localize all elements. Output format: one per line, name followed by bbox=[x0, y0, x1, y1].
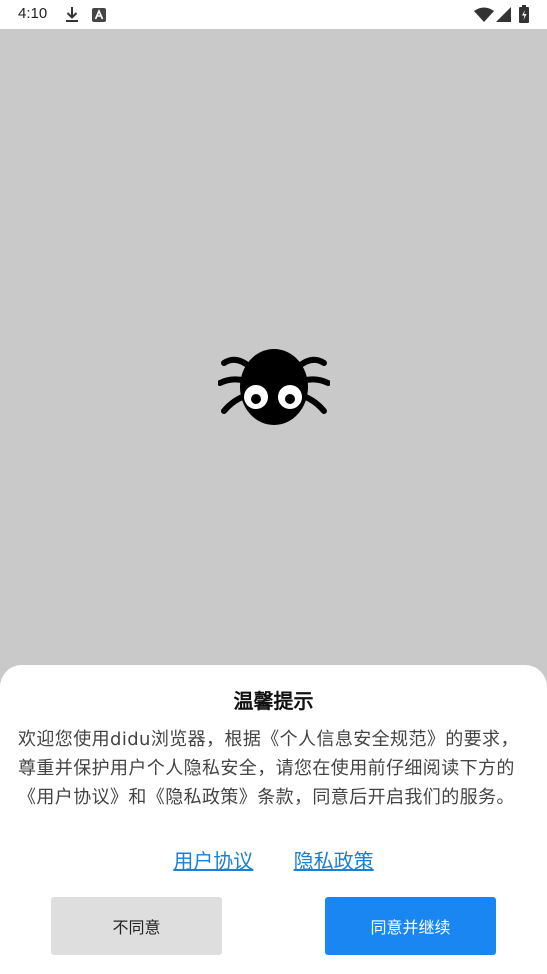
user-agreement-link[interactable]: 用户协议 bbox=[173, 849, 253, 873]
agree-continue-button[interactable]: 同意并继续 bbox=[325, 897, 496, 955]
wifi-icon bbox=[474, 7, 494, 26]
dialog-title: 温馨提示 bbox=[233, 689, 314, 713]
spider-icon bbox=[217, 341, 331, 427]
privacy-dialog: 温馨提示 欢迎您使用didu浏览器，根据《个人信息安全规范》的要求，尊重并保护用… bbox=[0, 665, 547, 974]
status-bar: 4:10 bbox=[0, 0, 547, 29]
dialog-message: 欢迎您使用didu浏览器，根据《个人信息安全规范》的要求，尊重并保护用户个人隐私… bbox=[18, 729, 519, 808]
status-time: 4:10 bbox=[18, 5, 48, 22]
download-icon bbox=[64, 6, 80, 27]
signal-icon bbox=[496, 7, 511, 26]
privacy-policy-link[interactable]: 隐私政策 bbox=[294, 849, 374, 873]
battery-icon bbox=[519, 5, 529, 27]
disagree-button[interactable]: 不同意 bbox=[51, 897, 222, 955]
app-a-icon bbox=[92, 7, 106, 26]
policy-links: 用户协议 隐私政策 bbox=[0, 845, 547, 874]
